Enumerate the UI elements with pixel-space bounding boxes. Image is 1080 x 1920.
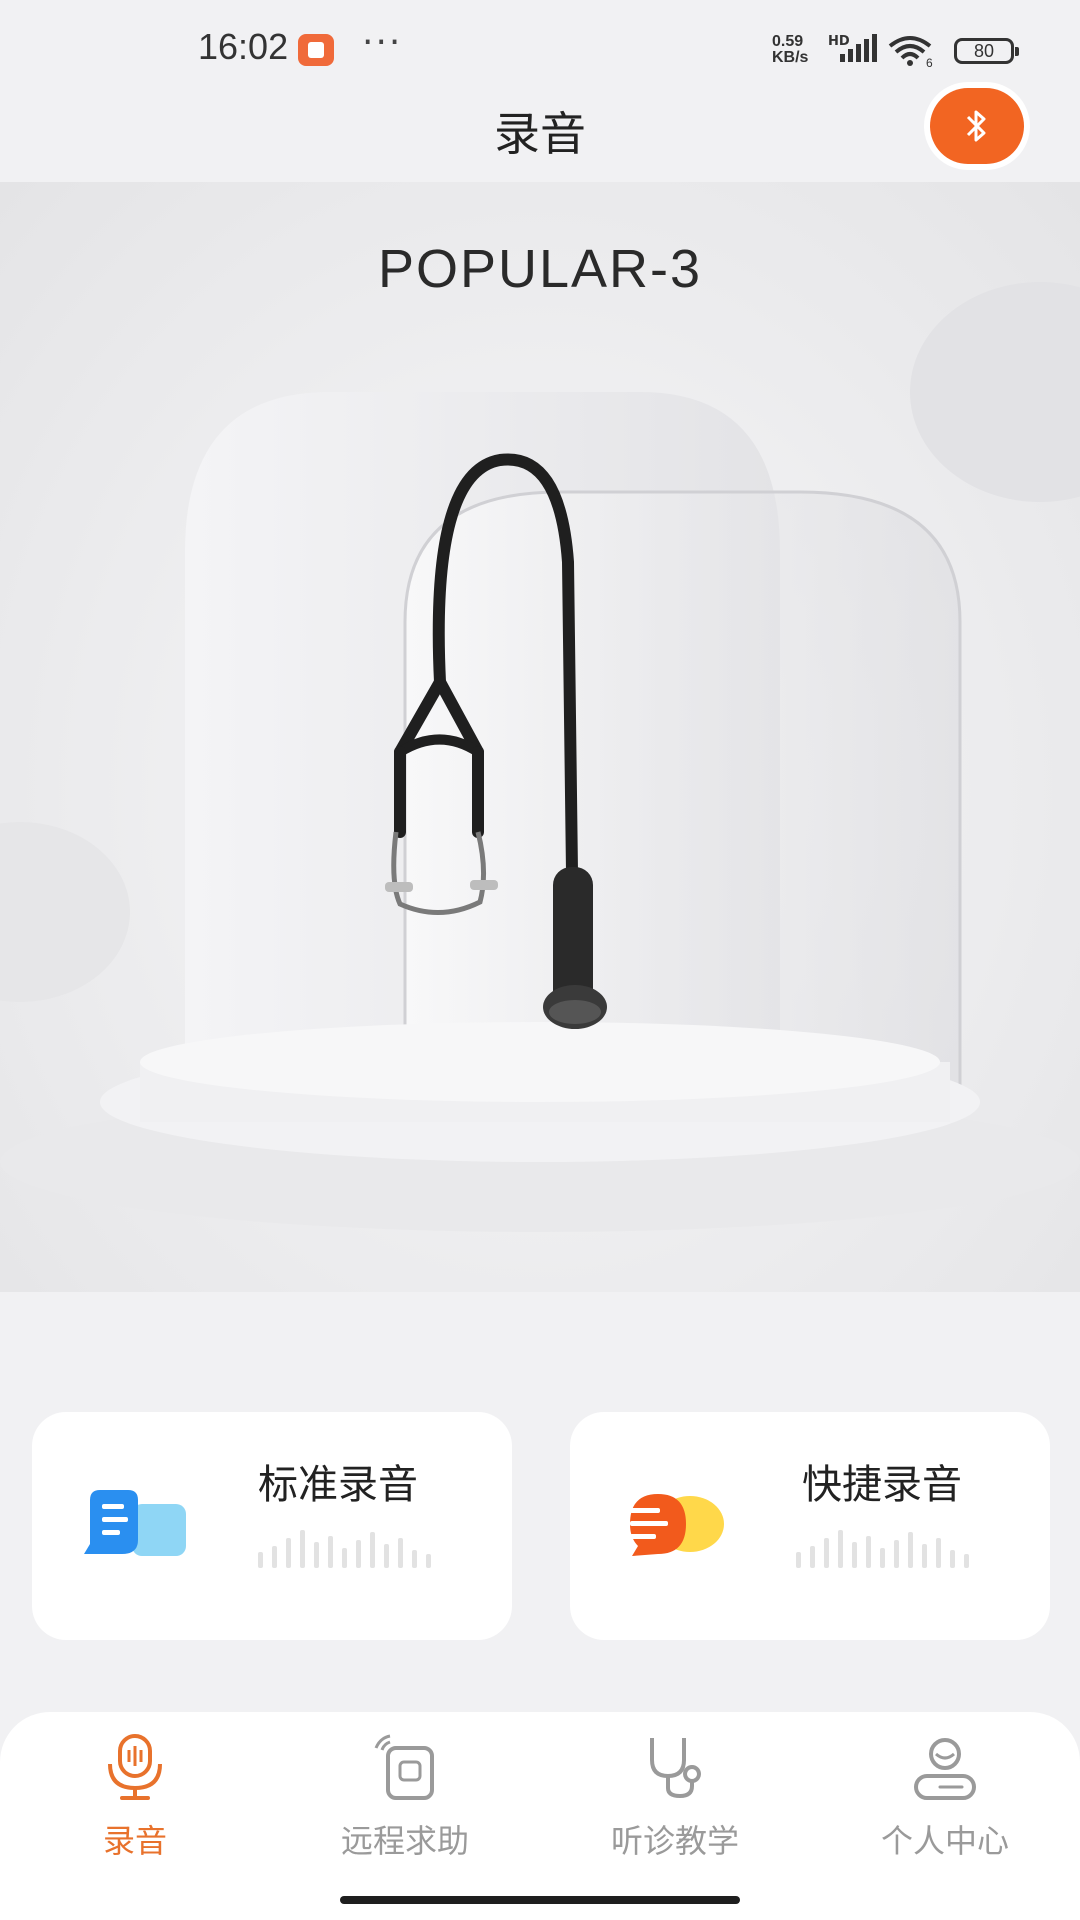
chat-bubble-icon: [84, 1490, 186, 1556]
nav-label: 录音: [102, 1822, 167, 1860]
nav-item-profile[interactable]: 个人中心: [810, 1732, 1080, 1872]
signal-icon: [840, 34, 877, 62]
wifi-label: 6: [926, 56, 933, 68]
network-speed-value: 0.59: [772, 33, 804, 50]
waveform-icon: [796, 1530, 969, 1568]
remote-device-icon: [374, 1734, 434, 1800]
network-speed-unit: KB/s: [772, 49, 809, 66]
user-icon: [914, 1738, 976, 1800]
nav-label: 听诊教学: [610, 1822, 739, 1860]
home-indicator: [340, 1896, 740, 1904]
device-showcase: POPULAR-3: [0, 182, 1080, 1292]
waveform-icon: [258, 1530, 431, 1568]
quick-recording-title: 快捷录音: [802, 1462, 962, 1508]
quick-chat-icon: [630, 1494, 724, 1556]
nav-item-recording[interactable]: 录音: [0, 1732, 270, 1872]
page-title: 录音: [494, 107, 586, 161]
status-time: 16:02: [198, 26, 289, 67]
status-bar: 16:02 ··· 0.59 KB/s HD 6 80: [0, 0, 1080, 100]
battery-indicator: 80: [954, 38, 1019, 64]
network-speed: 0.59 KB/s: [772, 34, 808, 66]
wifi-icon: 6: [888, 36, 933, 68]
nav-label: 个人中心: [880, 1822, 1009, 1860]
stethoscope-product-image: [0, 282, 1080, 1232]
standard-recording-card[interactable]: 标准录音: [32, 1412, 512, 1640]
nav-label: 远程求助: [340, 1822, 469, 1860]
stethoscope-icon: [650, 1738, 701, 1799]
bottom-navigation: 录音 远程求助 听诊教学 个人中心: [0, 1712, 1080, 1920]
standard-recording-title: 标准录音: [258, 1462, 418, 1508]
bluetooth-button[interactable]: [930, 88, 1024, 164]
microphone-icon: [108, 1734, 162, 1800]
app-notification-icon: [298, 34, 334, 66]
more-notifications-indicator: ···: [362, 22, 403, 63]
quick-recording-card[interactable]: 快捷录音: [570, 1412, 1050, 1640]
nav-item-auscultation-teaching[interactable]: 听诊教学: [540, 1732, 810, 1872]
nav-item-remote-help[interactable]: 远程求助: [270, 1732, 540, 1872]
bluetooth-icon: [966, 110, 986, 142]
